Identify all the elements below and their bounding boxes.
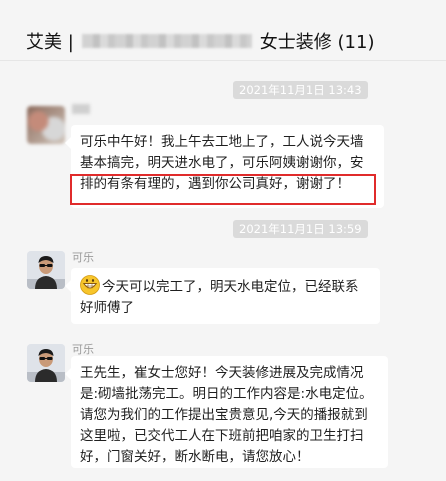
sender-name: 可乐: [72, 251, 94, 264]
message-text: 今天可以完工了，明天水电定位，已经联系: [102, 279, 359, 295]
chat-header: 艾美 | 女士装修 (11): [0, 0, 446, 61]
message-line: 这里啦，已交代工人在下班前把咱家的卫生打扫: [80, 428, 364, 444]
message-line: 王先生，崔女士您好！今天装修进展及完成情况: [80, 365, 364, 381]
timestamp: 2021年11月1日 13:43: [233, 81, 368, 99]
redacted-name: [81, 34, 252, 48]
chat-title-prefix: 艾美 |: [26, 32, 74, 53]
person-icon: [27, 344, 65, 382]
avatar[interactable]: [27, 251, 65, 289]
avatar[interactable]: [27, 106, 65, 144]
message-bubble[interactable]: 王先生，崔女士您好！今天装修进展及完成情况 是:砌墙批荡完工。明日的工作内容是:…: [65, 356, 388, 468]
timestamp: 2021年11月1日 13:59: [233, 220, 368, 238]
message-bubble[interactable]: 今天可以完工了，明天水电定位，已经联系 好师傅了: [65, 268, 380, 324]
message-line: 可乐中午好！我上午去工地上了，工人说今天墙: [80, 134, 364, 150]
chat-title-suffix: 女士装修 (11): [259, 32, 375, 53]
message-line: 请您为我们的工作提出宝贵意见,今天的播报就到: [80, 407, 368, 423]
sender-name: 可乐: [72, 343, 94, 356]
redacted-sender: [72, 104, 90, 114]
avatar[interactable]: [27, 344, 65, 382]
chat-title[interactable]: 艾美 | 女士装修 (11): [26, 28, 374, 54]
message-line: 基本搞完，明天进水电了，可乐阿姨谢谢你，安: [80, 155, 364, 171]
message-line: 是:砌墙批荡完工。明日的工作内容是:水电定位。: [80, 386, 373, 402]
message-bubble[interactable]: 可乐中午好！我上午去工地上了，工人说今天墙 基本搞完，明天进水电了，可乐阿姨谢谢…: [65, 125, 384, 208]
grinning-face-emoji-icon: [80, 275, 100, 295]
message-line: 今天可以完工了，明天水电定位，已经联系: [80, 275, 371, 298]
message-line: 排的有条有理的，遇到你公司真好，谢谢了！: [80, 176, 350, 192]
message-line: 好，门窗关好，断水断电，请您放心！: [80, 449, 310, 465]
message-line: 好师傅了: [80, 300, 134, 316]
sender-name: [72, 104, 90, 117]
person-icon: [27, 251, 65, 289]
